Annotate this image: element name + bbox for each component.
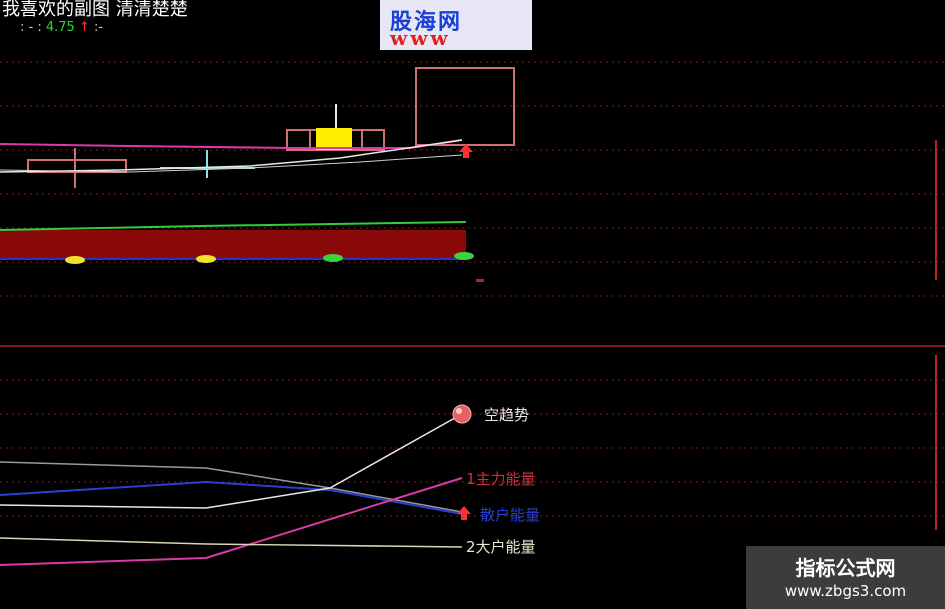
up-arrow-icon <box>459 144 473 158</box>
readout-value: 4.75 <box>45 20 75 35</box>
site-logo: 股海网 www <box>380 0 532 50</box>
readout-arrow-icon: ↑ <box>78 20 90 35</box>
trend-ball-icon <box>452 404 472 424</box>
blue-energy-line <box>0 480 463 515</box>
yellow-candle-body <box>316 128 352 150</box>
retail-arrow-icon <box>457 506 471 520</box>
label-big-energy: 2大户能量 <box>466 538 536 556</box>
label-retail-energy: 散户能量 <box>480 506 540 524</box>
label-main-energy: 1主力能量 <box>466 470 536 488</box>
logo-subtext: www <box>390 26 451 50</box>
candle-1 <box>27 148 127 188</box>
candle-3 <box>286 104 385 151</box>
candle-2 <box>160 150 255 178</box>
magenta-ma-line <box>0 139 463 149</box>
white-trend-line <box>0 413 463 509</box>
watermark: 指标公式网 www.zbgs3.com <box>746 546 945 609</box>
white-ma-line-2 <box>0 154 463 173</box>
pale-energy-line <box>0 537 463 548</box>
label-trend: 空趋势 <box>484 406 529 424</box>
watermark-url: www.zbgs3.com <box>784 582 907 600</box>
green-band-line <box>0 221 467 231</box>
readout-suffix: :- <box>94 20 104 35</box>
small-red-mark <box>476 279 484 282</box>
chart-canvas: 空趋势 1主力能量 散户能量 2大户能量 <box>0 61 945 566</box>
watermark-title: 指标公式网 <box>795 556 896 580</box>
grid-lines <box>0 61 945 517</box>
value-readout: : - : 4.75 ↑ :- <box>20 20 103 35</box>
indicator-title: 我喜欢的副图 清清楚楚 <box>2 0 188 20</box>
dark-red-band <box>0 230 466 258</box>
readout-prefix: : - : <box>20 20 42 35</box>
